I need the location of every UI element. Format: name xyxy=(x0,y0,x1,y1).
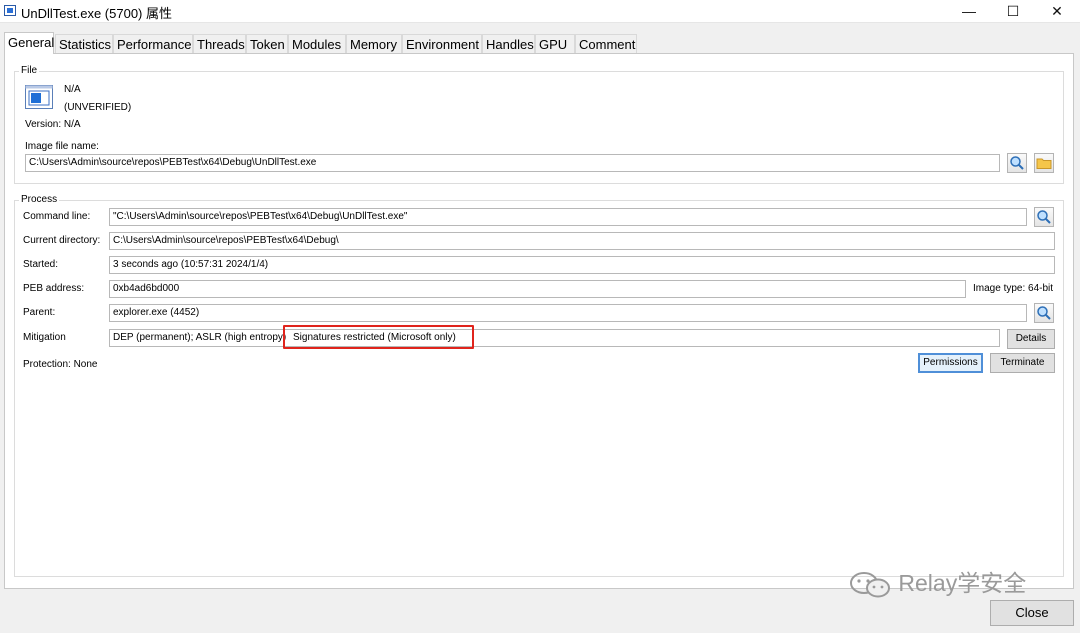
close-button[interactable]: Close xyxy=(990,600,1074,626)
minimize-button[interactable]: — xyxy=(946,0,992,22)
tab-gpu[interactable]: GPU xyxy=(535,34,575,53)
tab-performance[interactable]: Performance xyxy=(113,34,193,53)
mitigation-field[interactable]: DEP (permanent); ASLR (high entropy) Sig… xyxy=(109,329,1000,347)
mitigation-policies-text: DEP (permanent); ASLR (high entropy) xyxy=(113,332,287,343)
watermark: Relay学安全 xyxy=(848,566,1026,600)
current-directory-label: Current directory: xyxy=(23,235,101,246)
mitigation-label: Mitigation xyxy=(23,332,66,343)
terminate-button[interactable]: Terminate xyxy=(990,353,1055,373)
inspect-file-button[interactable] xyxy=(1007,153,1027,173)
current-directory-field[interactable]: C:\Users\Admin\source\repos\PEBTest\x64\… xyxy=(109,232,1055,250)
general-tab-panel: File N/A (UNVERIFIED) Version: N/A Image… xyxy=(4,53,1074,589)
image-file-name-field[interactable]: C:\Users\Admin\source\repos\PEBTest\x64\… xyxy=(25,154,1000,172)
tab-memory[interactable]: Memory xyxy=(346,34,402,53)
window-title: UnDllTest.exe (5700) 属性 xyxy=(21,6,172,21)
app-window-icon xyxy=(4,5,16,16)
highlight-annotation xyxy=(283,325,474,349)
tab-token[interactable]: Token xyxy=(246,34,288,53)
watermark-text: Relay学安全 xyxy=(898,570,1027,596)
title-bar: UnDllTest.exe (5700) 属性 — ☐ ✕ xyxy=(0,0,1080,23)
tab-comment[interactable]: Comment xyxy=(575,34,637,53)
inspect-command-line-button[interactable] xyxy=(1034,207,1054,227)
image-type-value: Image type: 64-bit xyxy=(973,283,1054,294)
magnifier-icon xyxy=(1037,306,1051,320)
file-company: (UNVERIFIED) xyxy=(64,102,132,113)
tab-handles[interactable]: Handles xyxy=(482,34,535,53)
peb-address-field[interactable]: 0xb4ad6bd000 xyxy=(109,280,966,298)
command-line-label: Command line: xyxy=(23,211,91,222)
maximize-button[interactable]: ☐ xyxy=(990,0,1036,22)
process-group-label: Process xyxy=(19,194,60,205)
magnifier-icon xyxy=(1010,156,1024,170)
tab-environment[interactable]: Environment xyxy=(402,34,482,53)
tab-statistics[interactable]: Statistics xyxy=(55,34,113,53)
executable-file-icon xyxy=(25,85,53,109)
tab-threads[interactable]: Threads xyxy=(193,34,246,53)
file-group-label: File xyxy=(19,65,40,76)
parent-label: Parent: xyxy=(23,307,56,318)
chat-bubble-icon xyxy=(850,571,890,598)
started-field[interactable]: 3 seconds ago (10:57:31 2024/1/4) xyxy=(109,256,1055,274)
folder-icon xyxy=(1036,158,1052,169)
command-line-field[interactable]: "C:\Users\Admin\source\repos\PEBTest\x64… xyxy=(109,208,1027,226)
inspect-parent-button[interactable] xyxy=(1034,303,1054,323)
peb-address-label: PEB address: xyxy=(23,283,85,294)
permissions-button[interactable]: Permissions xyxy=(918,353,983,373)
open-folder-button[interactable] xyxy=(1034,153,1054,173)
magnifier-icon xyxy=(1037,210,1051,224)
process-group: Process Command line: "C:\Users\Admin\so… xyxy=(14,194,1064,577)
image-file-name-label: Image file name: xyxy=(25,141,99,152)
file-group: File N/A (UNVERIFIED) Version: N/A Image… xyxy=(14,65,1064,184)
close-window-button[interactable]: ✕ xyxy=(1034,0,1080,22)
tab-general[interactable]: General xyxy=(4,32,54,54)
tab-modules[interactable]: Modules xyxy=(288,34,346,53)
file-description: N/A xyxy=(64,84,81,95)
details-button[interactable]: Details xyxy=(1007,329,1055,349)
parent-field[interactable]: explorer.exe (4452) xyxy=(109,304,1027,322)
protection-status: Protection: None xyxy=(23,359,98,370)
file-version: Version: N/A xyxy=(25,119,81,130)
started-label: Started: xyxy=(23,259,59,270)
